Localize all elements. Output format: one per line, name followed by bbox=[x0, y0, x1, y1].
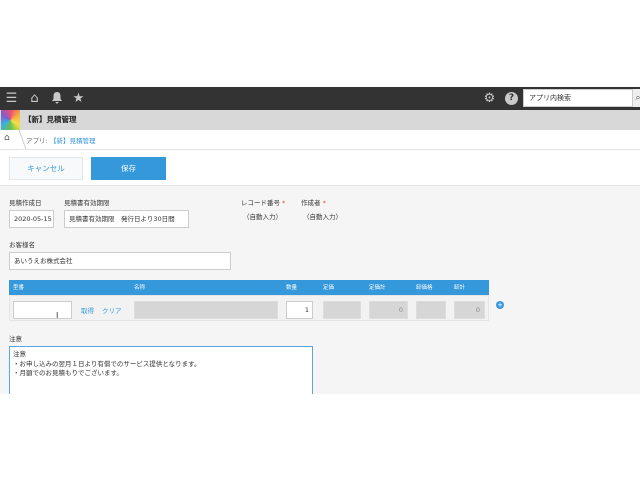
validity-field[interactable]: 見積書有効期限 発行日より30日間 bbox=[64, 210, 189, 228]
record-number-label: レコード番号 * bbox=[241, 197, 285, 207]
customer-field[interactable]: あいうえお株式会社 bbox=[9, 252, 231, 270]
notes-textarea[interactable]: 注意 ・お申し込みの翌月１日より有償でのサービス提供となります。 ・月額でのお見… bbox=[9, 346, 313, 394]
column-header-wholesale-total: 卸計 bbox=[454, 285, 466, 291]
required-mark: * bbox=[322, 199, 326, 207]
record-number-label-text: レコード番号 bbox=[241, 199, 280, 207]
name-field bbox=[134, 301, 278, 319]
breadcrumb-home-icon[interactable]: ⌂ bbox=[4, 133, 10, 143]
notes-line: ・お申し込みの翌月１日より有償でのサービス提供となります。 bbox=[13, 359, 201, 368]
model-input[interactable] bbox=[13, 301, 72, 319]
required-mark: * bbox=[282, 199, 286, 207]
column-header-list-price: 定価 bbox=[323, 285, 335, 291]
breadcrumb bbox=[0, 130, 640, 150]
created-date-label: 見積作成日 bbox=[9, 199, 42, 207]
app-search-input[interactable]: アプリ内検索 bbox=[523, 89, 633, 107]
column-header-qty: 数量 bbox=[286, 285, 298, 291]
notes-line: 注意 bbox=[13, 350, 26, 358]
column-header-model: 型番 bbox=[13, 285, 25, 291]
star-icon[interactable]: ★ bbox=[71, 91, 86, 106]
qty-input[interactable]: 1 bbox=[286, 301, 313, 319]
clear-link[interactable]: クリア bbox=[102, 305, 122, 315]
save-button[interactable]: 保存 bbox=[91, 157, 166, 180]
help-icon[interactable]: ? bbox=[505, 92, 518, 105]
notes-label: 注意 bbox=[9, 335, 22, 343]
author-label-text: 作成者 bbox=[301, 199, 321, 207]
customer-label: お客様名 bbox=[9, 241, 35, 249]
text-cursor-icon: I bbox=[56, 311, 59, 320]
app-logo-icon bbox=[1, 110, 20, 130]
gear-icon[interactable]: ⚙ bbox=[482, 91, 497, 106]
cancel-button[interactable]: キャンセル bbox=[9, 157, 83, 180]
column-header-list-total: 定価計 bbox=[369, 285, 386, 291]
breadcrumb-app-link[interactable]: 【新】見積管理 bbox=[50, 135, 96, 145]
app-header bbox=[0, 110, 640, 130]
created-date-field[interactable]: 2020-05-15 bbox=[9, 210, 54, 228]
column-header-name: 名称 bbox=[134, 285, 146, 291]
validity-label: 見積書有効期限 bbox=[64, 199, 110, 207]
column-header-wholesale: 卸価格 bbox=[416, 285, 433, 291]
home-icon[interactable]: ⌂ bbox=[27, 91, 42, 106]
breadcrumb-prefix: アプリ: bbox=[26, 137, 48, 145]
fetch-link[interactable]: 取得 bbox=[81, 305, 94, 315]
list-price-field bbox=[323, 301, 361, 319]
menu-icon[interactable]: ☰ bbox=[4, 91, 19, 106]
notes-line: ・月額でのお見積もりでございます。 bbox=[13, 369, 123, 377]
record-number-value: （自動入力） bbox=[243, 213, 282, 221]
app-window: ☰ ⌂ ★ ⚙ ? アプリ内検索 ⌕ 【新】見積管理 ⌂ アプリ: 【新】見積管… bbox=[0, 87, 640, 394]
app-title: 【新】見積管理 bbox=[24, 115, 77, 124]
add-row-button[interactable]: + bbox=[496, 301, 504, 309]
wholesale-price-field bbox=[416, 301, 446, 319]
author-value: （自動入力） bbox=[303, 213, 342, 221]
wholesale-total-field: 0 bbox=[454, 301, 485, 319]
author-label: 作成者 * bbox=[301, 197, 326, 207]
bell-icon[interactable] bbox=[49, 91, 64, 106]
search-icon[interactable]: ⌕ bbox=[633, 89, 640, 107]
list-total-field: 0 bbox=[369, 301, 408, 319]
